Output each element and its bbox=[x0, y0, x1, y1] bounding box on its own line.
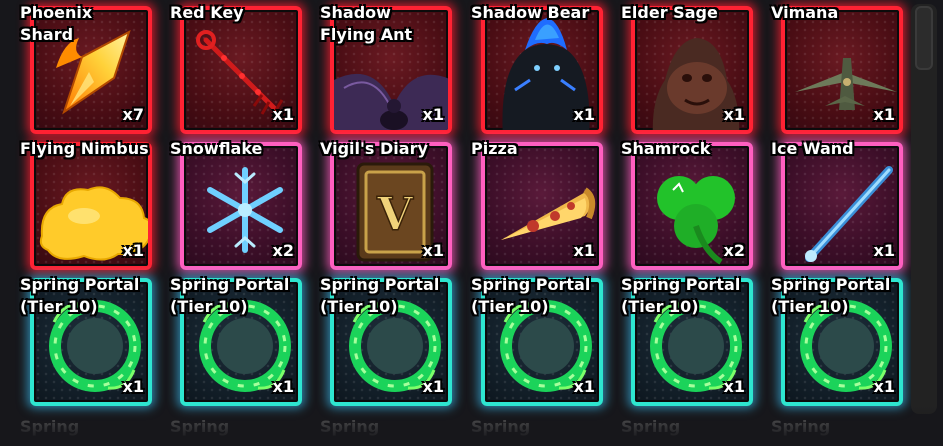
bottom-fade bbox=[0, 406, 943, 446]
item-quantity: x1 bbox=[272, 377, 294, 396]
item-name: Vigil's Diary bbox=[320, 139, 428, 158]
item-quantity: x1 bbox=[272, 105, 294, 124]
item-name: Elder Sage bbox=[621, 3, 718, 22]
item-quantity: x2 bbox=[723, 241, 745, 260]
item-name: Snowflake bbox=[170, 139, 263, 158]
item-name: Shamrock bbox=[621, 139, 711, 158]
item-quantity: x1 bbox=[873, 377, 895, 396]
inventory-slot[interactable]: Vx1 Vigil's Diary bbox=[300, 136, 452, 276]
item-name: Spring Portal (Tier 10) bbox=[20, 275, 140, 316]
item-name: Phoenix Shard bbox=[20, 3, 93, 44]
slot-frame: x1 bbox=[631, 6, 753, 134]
slot-frame: Vx1 bbox=[330, 142, 452, 270]
inventory-slot[interactable]: x1 Shadow Bear bbox=[451, 0, 603, 140]
item-quantity: x1 bbox=[573, 377, 595, 396]
item-name: Shadow Flying Ant bbox=[320, 3, 413, 44]
item-name: Shadow Bear bbox=[471, 3, 590, 22]
slot-frame: x2 bbox=[180, 142, 302, 270]
svg-text:V: V bbox=[376, 187, 414, 241]
inventory-slot[interactable]: x1 Spring Portal (Tier 10) bbox=[751, 272, 903, 412]
slot-frame: x1 bbox=[481, 142, 603, 270]
inventory-slot[interactable]: x1 Spring Portal (Tier 10) bbox=[300, 272, 452, 412]
inventory-grid: x7 Phoenix Shard x1 Red Key x1 Shadow Flying … bbox=[0, 0, 943, 446]
slot-frame: x1 bbox=[781, 6, 903, 134]
item-quantity: x1 bbox=[873, 241, 895, 260]
item-name: Spring Portal (Tier 10) bbox=[771, 275, 891, 316]
item-quantity: x1 bbox=[573, 105, 595, 124]
item-name: Spring Portal (Tier 10) bbox=[170, 275, 290, 316]
item-name: Spring Portal (Tier 10) bbox=[320, 275, 440, 316]
item-quantity: x1 bbox=[122, 241, 144, 260]
item-name: Red Key bbox=[170, 3, 244, 22]
item-quantity: x1 bbox=[422, 105, 444, 124]
slot-frame: x1 bbox=[180, 6, 302, 134]
scrollbar[interactable] bbox=[911, 4, 937, 414]
inventory-slot[interactable]: x1 Flying Nimbus bbox=[0, 136, 152, 276]
item-quantity: x1 bbox=[122, 377, 144, 396]
slot-frame: x2 bbox=[631, 142, 753, 270]
slot-frame: x1 bbox=[481, 6, 603, 134]
inventory-slot[interactable]: x2 Snowflake bbox=[150, 136, 302, 276]
inventory-slot[interactable]: x1 Spring Portal (Tier 10) bbox=[451, 272, 603, 412]
inventory-slot[interactable]: x1 Shadow Flying Ant bbox=[300, 0, 452, 140]
item-name: Flying Nimbus bbox=[20, 139, 149, 158]
inventory-slot[interactable]: x1 Spring Portal (Tier 10) bbox=[601, 272, 753, 412]
item-name: Spring Portal (Tier 10) bbox=[621, 275, 741, 316]
inventory-slot[interactable]: x1 Spring Portal (Tier 10) bbox=[150, 272, 302, 412]
item-quantity: x1 bbox=[723, 377, 745, 396]
item-name: Ice Wand bbox=[771, 139, 854, 158]
inventory-slot[interactable]: x1 Spring Portal (Tier 10) bbox=[0, 272, 152, 412]
item-quantity: x1 bbox=[873, 105, 895, 124]
inventory-slot[interactable]: x7 Phoenix Shard bbox=[0, 0, 152, 140]
inventory-slot[interactable]: x1 Vimana bbox=[751, 0, 903, 140]
item-quantity: x1 bbox=[422, 241, 444, 260]
item-name: Vimana bbox=[771, 3, 839, 22]
inventory-slot[interactable]: x2 Shamrock bbox=[601, 136, 753, 276]
item-quantity: x2 bbox=[272, 241, 294, 260]
slot-frame: x1 bbox=[30, 142, 152, 270]
item-quantity: x1 bbox=[723, 105, 745, 124]
item-quantity: x7 bbox=[122, 105, 144, 124]
inventory-slot[interactable]: x1 Pizza bbox=[451, 136, 603, 276]
scroll-thumb[interactable] bbox=[915, 6, 933, 70]
inventory-slot[interactable]: x1 Elder Sage bbox=[601, 0, 753, 140]
item-quantity: x1 bbox=[422, 377, 444, 396]
item-name: Pizza bbox=[471, 139, 518, 158]
inventory-slot[interactable]: x1 Red Key bbox=[150, 0, 302, 140]
item-name: Spring Portal (Tier 10) bbox=[471, 275, 591, 316]
item-quantity: x1 bbox=[573, 241, 595, 260]
slot-frame: x1 bbox=[781, 142, 903, 270]
inventory-slot[interactable]: x1 Ice Wand bbox=[751, 136, 903, 276]
